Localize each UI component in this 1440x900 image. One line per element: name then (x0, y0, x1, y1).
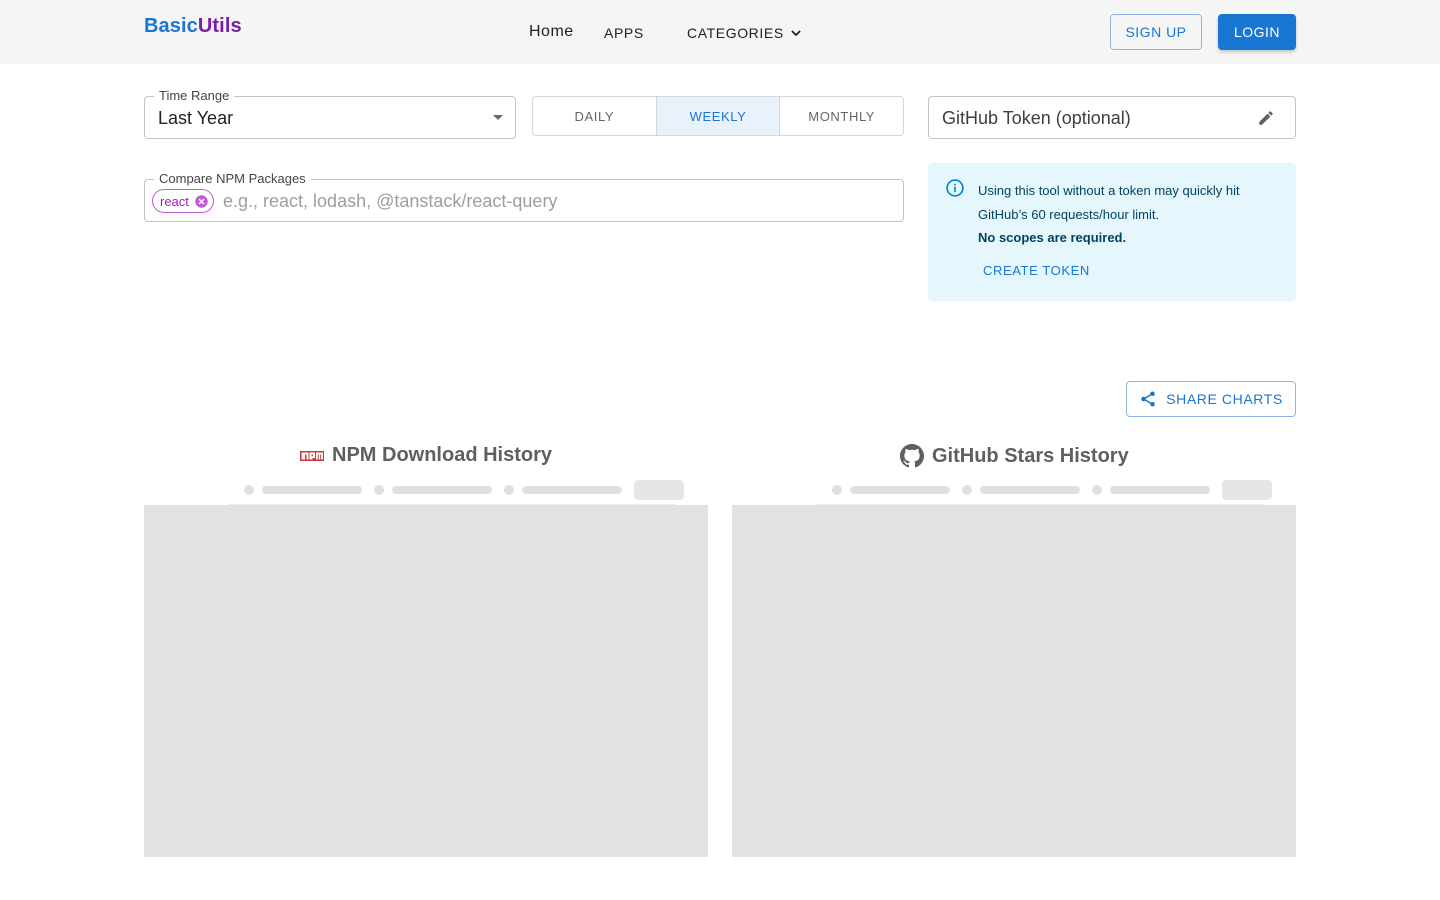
legend-skeleton-dot (1092, 485, 1102, 495)
alert-message: Using this tool without a token may quic… (978, 179, 1278, 250)
pencil-icon[interactable] (1257, 109, 1275, 127)
time-range-select[interactable]: Time Range Last Year (144, 88, 516, 139)
legend-skeleton-bar (980, 486, 1080, 494)
nav-categories-menu[interactable]: CATEGORIES (687, 25, 803, 41)
github-chart-placeholder (732, 505, 1296, 857)
interval-daily-toggle[interactable]: DAILY (533, 97, 656, 135)
logo-utils: Utils (197, 15, 242, 37)
alert-text: Using this tool without a token may quic… (978, 183, 1240, 222)
github-icon (900, 444, 924, 468)
alert-bold-text: No scopes are required. (978, 230, 1127, 245)
cancel-icon[interactable] (194, 194, 209, 209)
legend-skeleton-bar (522, 486, 622, 494)
create-token-button[interactable]: CREATE TOKEN (983, 263, 1090, 278)
time-range-value: Last Year (158, 108, 234, 128)
nav-categories-label: CATEGORIES (687, 25, 784, 41)
app-header: BasicUtils Home APPS CATEGORIES SIGN UP … (0, 0, 1440, 64)
github-chart-title: GitHub Stars History (900, 444, 1129, 468)
npm-legend-skeleton (244, 480, 684, 500)
login-button[interactable]: LOGIN (1218, 14, 1296, 50)
legend-skeleton-bar (262, 486, 362, 494)
npm-packages-input[interactable]: Compare NPM Packages react e.g., react, … (144, 171, 904, 222)
npm-packages-placeholder: e.g., react, lodash, @tanstack/react-que… (223, 191, 558, 211)
logo-basic: Basic (144, 15, 198, 37)
brand-logo[interactable]: BasicUtils (144, 15, 242, 38)
legend-skeleton-bar (850, 486, 950, 494)
legend-skeleton-dot (832, 485, 842, 495)
npm-chart-title-text: NPM Download History (332, 444, 553, 466)
npm-logo-icon (300, 450, 324, 461)
info-icon (946, 179, 964, 197)
legend-skeleton-pill (1222, 480, 1272, 500)
npm-chart-title: NPM Download History (300, 444, 552, 467)
token-info-alert: Using this tool without a token may quic… (928, 163, 1296, 301)
share-icon (1141, 391, 1155, 407)
time-range-label: Time Range (154, 88, 235, 104)
github-chart-title-text: GitHub Stars History (932, 444, 1129, 467)
interval-toggle-group: DAILY WEEKLY MONTHLY (532, 96, 904, 136)
package-chip-label: react (160, 193, 189, 209)
npm-chart-placeholder (144, 505, 708, 857)
share-charts-label: SHARE CHARTS (1166, 391, 1283, 407)
legend-skeleton-bar (1110, 486, 1210, 494)
package-chip[interactable]: react (152, 189, 214, 213)
nav-home-link[interactable]: Home (529, 23, 574, 41)
github-token-field[interactable]: GitHub Token (optional) (928, 96, 1296, 139)
legend-skeleton-pill (634, 480, 684, 500)
legend-skeleton-bar (392, 486, 492, 494)
legend-skeleton-dot (244, 485, 254, 495)
signup-button[interactable]: SIGN UP (1110, 14, 1202, 50)
chevron-down-icon (791, 29, 801, 36)
legend-skeleton-dot (374, 485, 384, 495)
nav-apps-link[interactable]: APPS (604, 25, 644, 41)
share-charts-button[interactable]: SHARE CHARTS (1126, 381, 1296, 417)
dropdown-arrow-icon (493, 115, 503, 120)
legend-skeleton-dot (504, 485, 514, 495)
github-legend-skeleton (832, 480, 1272, 500)
npm-packages-label: Compare NPM Packages (154, 171, 311, 187)
legend-skeleton-dot (962, 485, 972, 495)
interval-weekly-toggle[interactable]: WEEKLY (655, 97, 780, 135)
github-token-placeholder: GitHub Token (optional) (942, 108, 1131, 128)
interval-monthly-toggle[interactable]: MONTHLY (779, 97, 903, 135)
